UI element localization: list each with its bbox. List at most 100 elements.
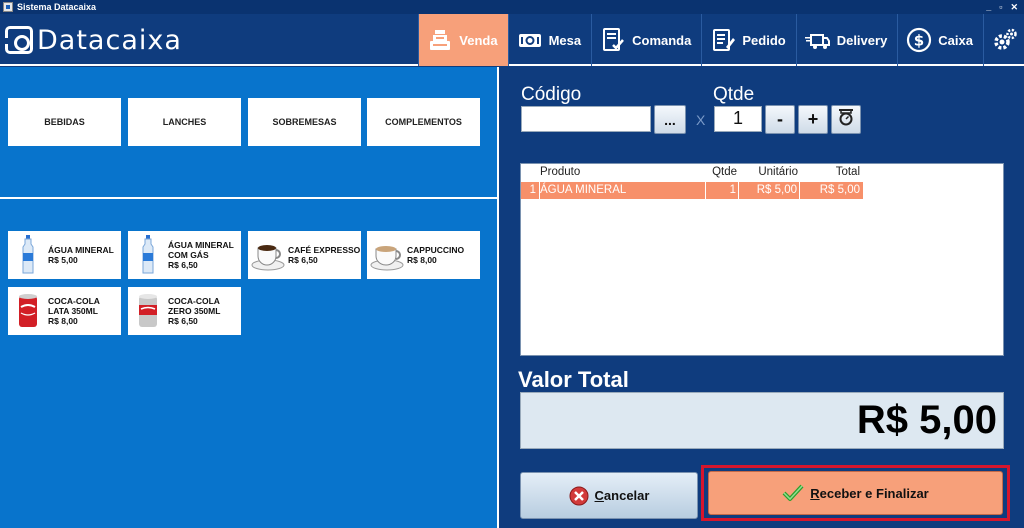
product-agua-mineral-com-gas-button[interactable]: ÁGUA MINERAL COM GÁS R$ 6,50 <box>128 231 241 279</box>
qty-label: Qtde <box>713 84 755 105</box>
category-bebidas-button[interactable]: BEBIDAS <box>8 98 121 146</box>
close-button[interactable]: ✕ <box>1010 2 1018 13</box>
app-window: Sistema Datacaixa _ ▫ ✕ Datacaixa Venda <box>0 0 1024 528</box>
product-coca-cola-lata-button[interactable]: COCA-COLA LATA 350ML R$ 8,00 <box>8 287 121 335</box>
product-price: R$ 6,50 <box>168 316 198 326</box>
receive-finish-button[interactable]: Receber e Finalizar <box>708 471 1003 515</box>
minimize-button[interactable]: _ <box>986 2 991 12</box>
row-produto: ÁGUA MINERAL <box>540 182 706 199</box>
product-cafe-expresso-button[interactable]: CAFÉ EXPRESSO R$ 6,50 <box>248 231 361 279</box>
product-price: R$ 5,00 <box>48 255 78 265</box>
table-icon <box>517 27 543 53</box>
checklist-icon <box>600 27 626 53</box>
header: Datacaixa Venda Mesa Comanda Pedido Deli… <box>0 14 1024 66</box>
scale-icon <box>837 108 855 131</box>
product-agua-mineral-button[interactable]: ÁGUA MINERAL R$ 5,00 <box>8 231 121 279</box>
col-index <box>521 164 540 181</box>
row-index: 1 <box>521 182 540 199</box>
row-unitario: R$ 5,00 <box>739 182 800 199</box>
nav-pedido-label: Pedido <box>742 32 786 48</box>
product-name-line2: LATA 350ML <box>48 306 98 316</box>
scale-button[interactable] <box>831 105 861 134</box>
code-label: Código <box>521 84 582 105</box>
nav-settings[interactable] <box>983 14 1024 66</box>
product-name: CAFÉ EXPRESSO <box>288 245 361 255</box>
product-cappuccino-button[interactable]: CAPPUCCINO R$ 8,00 <box>367 231 480 279</box>
nav-venda[interactable]: Venda <box>418 14 508 66</box>
finish-highlight: Receber e Finalizar <box>701 465 1010 521</box>
category-sobremesas-button[interactable]: SOBREMESAS <box>248 98 361 146</box>
cancel-button[interactable]: Cancelar <box>520 472 698 519</box>
nav-pedido[interactable]: Pedido <box>701 14 795 66</box>
brand-name: Datacaixa <box>37 24 182 56</box>
col-produto: Produto <box>540 166 581 178</box>
dollar-icon: $ <box>906 27 932 53</box>
title-bar: Sistema Datacaixa _ ▫ ✕ <box>0 0 1024 14</box>
col-unitario: Unitário <box>758 166 798 178</box>
cancel-label: ancelar <box>603 488 650 503</box>
category-lanches-button[interactable]: LANCHES <box>128 98 241 146</box>
nav-comanda[interactable]: Comanda <box>591 14 701 66</box>
coffee-cup-icon <box>367 233 407 277</box>
check-icon <box>782 484 804 502</box>
qty-plus-button[interactable]: + <box>798 105 828 134</box>
delivery-truck-icon <box>804 27 831 53</box>
water-bottle-icon <box>128 233 168 277</box>
cancel-icon <box>569 486 589 506</box>
product-name: ÁGUA MINERAL <box>48 245 114 255</box>
cancel-accel: C <box>594 488 604 503</box>
brand-logo: Datacaixa <box>5 24 182 56</box>
total-label: Valor Total <box>518 367 629 392</box>
category-complementos-button[interactable]: COMPLEMENTOS <box>367 98 480 146</box>
water-bottle-icon <box>8 233 48 277</box>
product-name-line2: COM GÁS <box>168 250 209 260</box>
soda-can-silver-icon <box>128 289 168 333</box>
gears-icon <box>992 27 1018 53</box>
total-value: R$ 5,00 <box>520 392 1004 449</box>
col-total: Total <box>835 166 860 178</box>
nav-venda-label: Venda <box>459 32 498 48</box>
category-area: BEBIDAS LANCHES SOBREMESAS COMPLEMENTOS <box>0 67 497 199</box>
product-name: COCA-COLA <box>168 296 220 306</box>
product-name-line2: ZERO 350ML <box>168 306 221 316</box>
items-grid: Produto Qtde Unitário Total 1 ÁGUA MINER… <box>520 163 1004 356</box>
product-name: COCA-COLA <box>48 296 100 306</box>
grid-header: Produto Qtde Unitário Total <box>521 164 863 181</box>
times-sign: X <box>696 112 706 128</box>
row-qtde: 1 <box>706 182 739 199</box>
product-name: ÁGUA MINERAL <box>168 240 234 250</box>
window-title: Sistema Datacaixa <box>17 2 97 12</box>
qty-minus-button[interactable]: - <box>765 105 795 134</box>
soda-can-red-icon <box>8 289 48 333</box>
nav-mesa[interactable]: Mesa <box>507 14 592 66</box>
search-product-button[interactable]: ... <box>654 105 686 134</box>
nav-delivery-label: Delivery <box>836 32 888 48</box>
coffee-cup-icon <box>248 233 288 277</box>
table-row[interactable]: 1 ÁGUA MINERAL 1 R$ 5,00 R$ 5,00 <box>521 182 863 199</box>
finish-label: eceber e Finalizar <box>819 485 929 501</box>
order-icon <box>710 27 736 53</box>
nav-caixa-label: Caixa <box>938 32 973 48</box>
nav-caixa[interactable]: $ Caixa <box>897 14 983 66</box>
qty-input[interactable]: 1 <box>714 106 762 132</box>
cash-register-icon <box>427 27 453 53</box>
product-price: R$ 6,50 <box>288 255 318 265</box>
product-coca-cola-zero-button[interactable]: COCA-COLA ZERO 350ML R$ 6,50 <box>128 287 241 335</box>
nav-delivery[interactable]: Delivery <box>795 14 898 66</box>
code-input[interactable] <box>521 106 651 132</box>
nav-mesa-label: Mesa <box>548 32 582 48</box>
window-controls: _ ▫ ✕ <box>986 0 1018 14</box>
product-price: R$ 6,50 <box>168 260 198 270</box>
app-icon <box>3 2 13 12</box>
row-total: R$ 5,00 <box>819 184 860 196</box>
main-nav: Venda Mesa Comanda Pedido Delivery $ Cai… <box>418 14 1024 66</box>
catalog-panel: BEBIDAS LANCHES SOBREMESAS COMPLEMENTOS … <box>0 67 497 528</box>
logo-icon <box>5 26 33 54</box>
restore-button[interactable]: ▫ <box>999 2 1002 12</box>
finish-accel: R <box>810 485 820 501</box>
product-name: CAPPUCCINO <box>407 245 465 255</box>
product-price: R$ 8,00 <box>48 316 78 326</box>
nav-comanda-label: Comanda <box>632 32 692 48</box>
product-price: R$ 8,00 <box>407 255 437 265</box>
col-qtde: Qtde <box>712 166 737 178</box>
